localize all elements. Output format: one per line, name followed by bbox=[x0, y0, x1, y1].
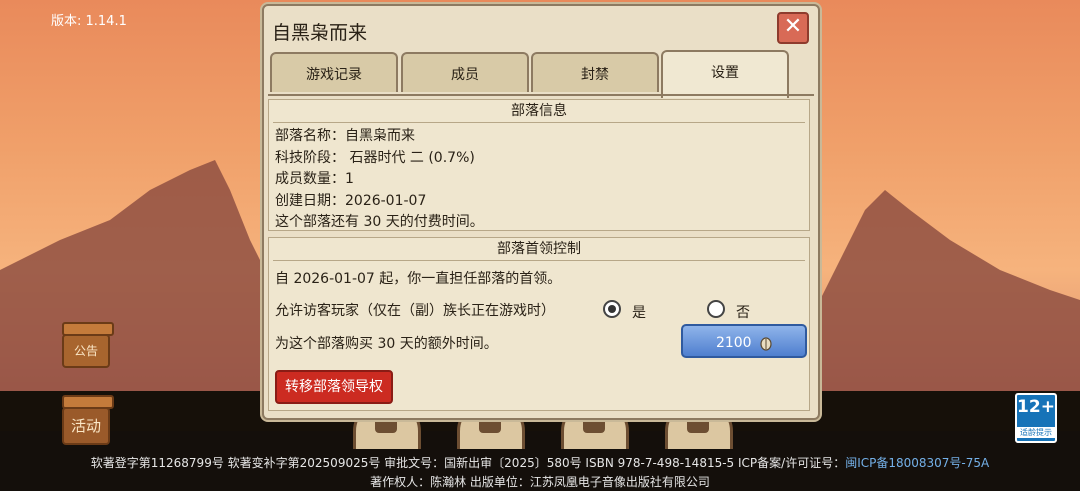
created-date-line: 创建日期：2026-01-07 bbox=[275, 193, 427, 209]
notice-label: 公告 bbox=[62, 334, 110, 368]
leader-control-panel: 部落首领控制 自 2026-01-07 起，你一直担任部落的首领。 允许访客玩家… bbox=[268, 237, 810, 411]
dialog-title: 自黑枭而来 bbox=[272, 22, 368, 44]
allow-guest-label: 允许访客玩家（仅在（副）族长正在游戏时） bbox=[275, 303, 555, 319]
leader-control-heading: 部落首领控制 bbox=[273, 238, 805, 261]
buy-time-text: 为这个部落购买 30 天的额外时间。 bbox=[275, 336, 498, 352]
footer-copyright-line: 著作权人：陈瀚林 出版单位：江苏凤凰电子音像出版社有限公司 bbox=[370, 475, 710, 489]
version-label: 版本: 1.14.1 bbox=[51, 14, 127, 29]
buy-time-button[interactable]: 2100 bbox=[681, 324, 807, 358]
radio-yes-label: 是 bbox=[632, 305, 646, 321]
paid-time-line: 这个部落还有 30 天的付费时间。 bbox=[275, 214, 484, 230]
leader-since-text: 自 2026-01-07 起，你一直担任部落的首领。 bbox=[275, 271, 562, 287]
radio-yes[interactable] bbox=[603, 300, 621, 318]
tab-settings[interactable]: 设置 bbox=[661, 50, 789, 98]
close-icon: ✕ bbox=[783, 14, 803, 39]
tribe-dialog: 自黑枭而来 ✕ 游戏记录 成员 封禁 设置 部落信息 部落名称：自黑枭而来 科技… bbox=[262, 4, 820, 420]
shell-currency-icon bbox=[760, 337, 772, 351]
footer-license-line: 软著登字第11268799号 软著变补字第202509025号 审批文号：国新出… bbox=[0, 454, 1080, 471]
tribe-info-heading: 部落信息 bbox=[273, 100, 805, 123]
notice-button[interactable]: 公告 bbox=[62, 322, 114, 368]
tab-game-records[interactable]: 游戏记录 bbox=[270, 52, 398, 92]
age-rating: 12+ bbox=[1017, 397, 1055, 417]
age-rating-badge: 12+ 适龄提示 bbox=[1015, 393, 1057, 443]
radio-no[interactable] bbox=[707, 300, 725, 318]
close-button[interactable]: ✕ bbox=[777, 12, 809, 44]
tribe-info-panel: 部落信息 部落名称：自黑枭而来 科技阶段： 石器时代 二 (0.7%) 成员数量… bbox=[268, 99, 810, 231]
radio-no-label: 否 bbox=[736, 305, 750, 321]
activity-label: 活动 bbox=[62, 407, 110, 445]
tab-members[interactable]: 成员 bbox=[401, 52, 529, 92]
tab-bans[interactable]: 封禁 bbox=[531, 52, 659, 92]
age-rating-caption: 适龄提示 bbox=[1017, 427, 1055, 438]
tech-stage-line: 科技阶段： 石器时代 二 (0.7%) bbox=[275, 150, 475, 166]
buy-price: 2100 bbox=[715, 335, 752, 351]
activity-button[interactable]: 活动 bbox=[62, 395, 114, 445]
tribe-name-line: 部落名称：自黑枭而来 bbox=[275, 128, 415, 144]
icp-link[interactable]: 闽ICP备18008307号-75A bbox=[845, 456, 989, 470]
transfer-leadership-button[interactable]: 转移部落领导权 bbox=[275, 370, 393, 404]
tab-divider bbox=[268, 94, 814, 96]
footer-license-text: 软著登字第11268799号 软著变补字第202509025号 审批文号：国新出… bbox=[90, 456, 846, 470]
member-count-line: 成员数量：1 bbox=[275, 171, 354, 187]
